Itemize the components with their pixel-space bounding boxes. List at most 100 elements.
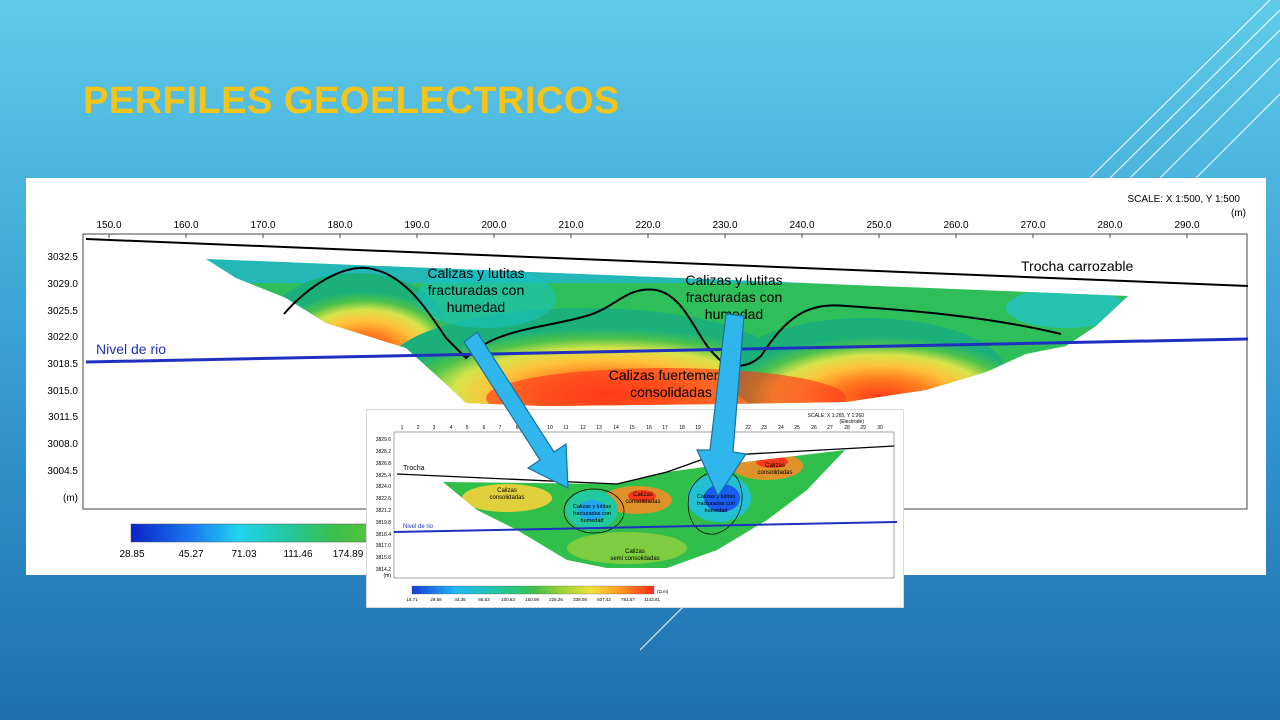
inset-x-tick: 25: [794, 425, 800, 431]
main-color-scale-labels: 28.85 45.27 71.03 111.46 174.89: [119, 549, 363, 560]
svg-text:humedad: humedad: [705, 508, 728, 514]
svg-text:humedad: humedad: [581, 518, 604, 524]
inset-legend-value: 507.42: [597, 597, 611, 602]
inset-x-tick: 30: [877, 425, 883, 431]
inset-x-tick: 23: [761, 425, 767, 431]
main-x-tick: 150.0: [96, 220, 121, 231]
svg-text:Calizas: Calizas: [497, 488, 517, 494]
main-x-tick: 170.0: [250, 220, 275, 231]
main-y-tick: 3004.5: [47, 466, 78, 477]
main-x-tick: 250.0: [866, 220, 891, 231]
main-resistivity-section: [206, 259, 1128, 406]
inset-x-tick: 26: [811, 425, 817, 431]
main-legend-value: 111.46: [283, 549, 313, 560]
inset-y-tick: 3825.4: [376, 473, 392, 479]
main-unit-label: (m): [1231, 208, 1246, 219]
inset-x-tick: 29: [860, 425, 866, 431]
main-y-tick: 3032.5: [47, 252, 78, 263]
main-legend-value: 174.89: [333, 549, 364, 560]
inset-legend-value: 18.71: [406, 597, 418, 602]
inset-y-tick: 3817.0: [376, 543, 392, 549]
svg-text:semi consolidadas: semi consolidadas: [610, 556, 659, 562]
inset-x-axis: 1 2 3 4 5 6 7 8 9 10 11 12 13 14 15 16 1…: [401, 425, 883, 431]
inset-x-tick: 19: [695, 425, 701, 431]
inset-trocha-label: Trocha: [403, 465, 425, 472]
main-y-tick: 3011.5: [48, 412, 78, 423]
inset-x-tick: 11: [563, 425, 568, 431]
inset-y-tick: 3824.0: [376, 484, 392, 490]
svg-text:Calizas: Calizas: [765, 463, 785, 469]
inset-x-tick: 21: [728, 425, 734, 431]
inset-x-tick: 17: [662, 425, 668, 431]
inset-y-tick: 3819.8: [376, 520, 392, 526]
inset-legend-value: 761.57: [621, 597, 635, 602]
inset-y-tick: 3818.4: [376, 532, 392, 538]
inset-legend-unit: (Ω.m): [657, 589, 669, 594]
inset-y-axis: 3829.6 3828.2 3826.8 3825.4 3824.0 3822.…: [376, 437, 392, 579]
trocha-label: Trocha carrozable: [1021, 258, 1134, 274]
inset-x-tick: 4: [450, 425, 453, 431]
inset-y-tick: 3828.2: [376, 449, 392, 455]
inset-y-tick: 3822.6: [376, 496, 392, 502]
svg-text:Calizas y lutitas: Calizas y lutitas: [697, 494, 735, 500]
main-legend-value: 28.85: [119, 549, 144, 560]
main-x-tick: 210.0: [558, 220, 583, 231]
inset-legend-value: 44.35: [454, 597, 466, 602]
inset-resistivity-profile: SCALE: X 1:265, Y 1:260 (Electrode) 1 2 …: [366, 409, 904, 608]
svg-text:humedad: humedad: [705, 306, 763, 322]
svg-text:Calizas fuertemente: Calizas fuertemente: [609, 367, 734, 383]
svg-text:consolidadas: consolidadas: [625, 499, 660, 505]
main-legend-value: 71.03: [231, 549, 256, 560]
inset-x-tick: 6: [483, 425, 486, 431]
main-x-tick: 290.0: [1174, 220, 1199, 231]
inset-x-tick: 28: [844, 425, 850, 431]
svg-text:fracturadas con: fracturadas con: [573, 511, 611, 517]
main-color-scale-bar: [130, 523, 372, 543]
inset-y-unit: (m): [384, 573, 392, 579]
svg-text:fracturadas con: fracturadas con: [686, 289, 783, 305]
main-scale-label: SCALE: X 1:500, Y 1:500: [1128, 194, 1241, 205]
svg-text:consolidadas: consolidadas: [630, 384, 712, 400]
svg-text:fracturadas con: fracturadas con: [428, 282, 525, 298]
inset-river-label: Nivel de rio: [403, 524, 434, 530]
inset-legend-value: 29.58: [430, 597, 442, 602]
svg-text:Calizas: Calizas: [625, 549, 645, 555]
main-legend-value: 45.27: [178, 549, 203, 560]
svg-text:Calizas y lutitas: Calizas y lutitas: [685, 272, 782, 288]
inset-legend-value: 100.83: [501, 597, 515, 602]
inset-x-tick: 8: [516, 425, 519, 431]
inset-x-tick: 1: [401, 425, 404, 431]
main-y-tick: 3025.5: [47, 306, 78, 317]
inset-x-tick: 10: [547, 425, 553, 431]
svg-text:Calizas y lutitas: Calizas y lutitas: [427, 265, 524, 281]
main-x-tick: 240.0: [789, 220, 814, 231]
main-x-tick: 230.0: [712, 220, 737, 231]
inset-x-tick: 5: [466, 425, 469, 431]
inset-legend-value: 1143.81: [644, 597, 660, 602]
inset-color-scale-labels: 18.71 29.58 44.35 66.63 100.83 150.08 22…: [406, 597, 660, 602]
slide-title: PERFILES GEOELECTRICOS: [83, 80, 620, 122]
inset-x-tick: 12: [580, 425, 586, 431]
main-y-axis: 3032.5 3029.0 3025.5 3022.0 3018.5 3015.…: [47, 252, 78, 504]
inset-y-tick: 3821.2: [376, 508, 392, 514]
svg-text:fracturadas con: fracturadas con: [697, 501, 735, 507]
inset-x-tick: 3: [433, 425, 436, 431]
inset-x-tick: 14: [613, 425, 619, 431]
inset-x-tick: 22: [745, 425, 751, 431]
main-x-tick: 260.0: [943, 220, 968, 231]
inset-legend-value: 66.63: [478, 597, 490, 602]
main-x-axis: 150.0 160.0 170.0 180.0 190.0 200.0 210.…: [96, 220, 1199, 231]
inset-x-tick: 2: [417, 425, 420, 431]
inset-x-tick: 16: [646, 425, 652, 431]
main-x-tick: 220.0: [635, 220, 660, 231]
inset-x-tick: 15: [629, 425, 635, 431]
inset-legend-value: 150.08: [525, 597, 539, 602]
main-y-tick: 3015.0: [47, 386, 78, 397]
inset-x-tick: 24: [778, 425, 784, 431]
main-x-tick: 200.0: [481, 220, 506, 231]
river-label: Nivel de rio: [96, 341, 166, 357]
main-y-unit: (m): [63, 493, 78, 504]
main-x-tick: 160.0: [173, 220, 198, 231]
svg-text:humedad: humedad: [447, 299, 505, 315]
inset-x-tick: 18: [679, 425, 685, 431]
